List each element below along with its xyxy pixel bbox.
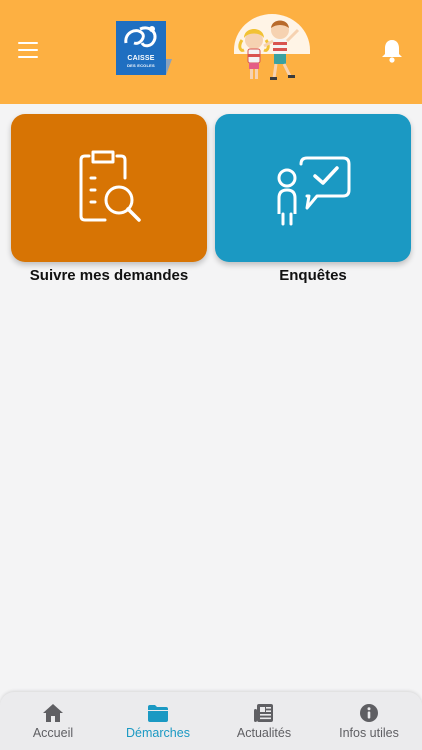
app-header: CAISSE DES ECOLES	[0, 0, 422, 104]
logo-background: CAISSE DES ECOLES	[116, 21, 166, 75]
newspaper-icon	[254, 704, 273, 722]
tile-label-suivre-mes-demandes[interactable]: Suivre mes demandes	[11, 267, 207, 284]
tile-label-enquetes[interactable]: Enquêtes	[215, 267, 411, 284]
tab-label-infos-utiles: Infos utiles	[339, 726, 399, 740]
clipboard-search-icon	[79, 150, 141, 222]
logo-text-line2: DES ECOLES	[127, 63, 155, 68]
bottom-tab-bar: Accueil Démarches Actualités Infos utile…	[0, 692, 422, 750]
children-mascot-illustration	[230, 10, 314, 86]
bell-icon[interactable]	[380, 38, 404, 64]
tile-enquetes[interactable]	[215, 114, 411, 262]
tab-demarches[interactable]: Démarches	[105, 692, 211, 750]
tab-label-accueil: Accueil	[32, 726, 74, 740]
hamburger-menu-icon[interactable]	[18, 42, 40, 60]
info-icon	[360, 704, 378, 722]
tab-label-demarches: Démarches	[126, 726, 190, 740]
tab-actualites[interactable]: Actualités	[211, 692, 317, 750]
tile-suivre-mes-demandes[interactable]	[11, 114, 207, 262]
tab-accueil[interactable]: Accueil	[0, 692, 106, 750]
home-icon	[43, 704, 63, 722]
caisse-des-ecoles-logo[interactable]: CAISSE DES ECOLES	[116, 21, 172, 77]
logo-mark-icon	[124, 26, 157, 48]
tab-infos-utiles[interactable]: Infos utiles	[316, 692, 422, 750]
logo-text-line1: CAISSE	[127, 55, 155, 62]
survey-check-icon	[277, 156, 351, 226]
logo-fold	[166, 59, 172, 75]
tab-label-actualites: Actualités	[236, 726, 292, 740]
folder-icon	[148, 705, 168, 722]
